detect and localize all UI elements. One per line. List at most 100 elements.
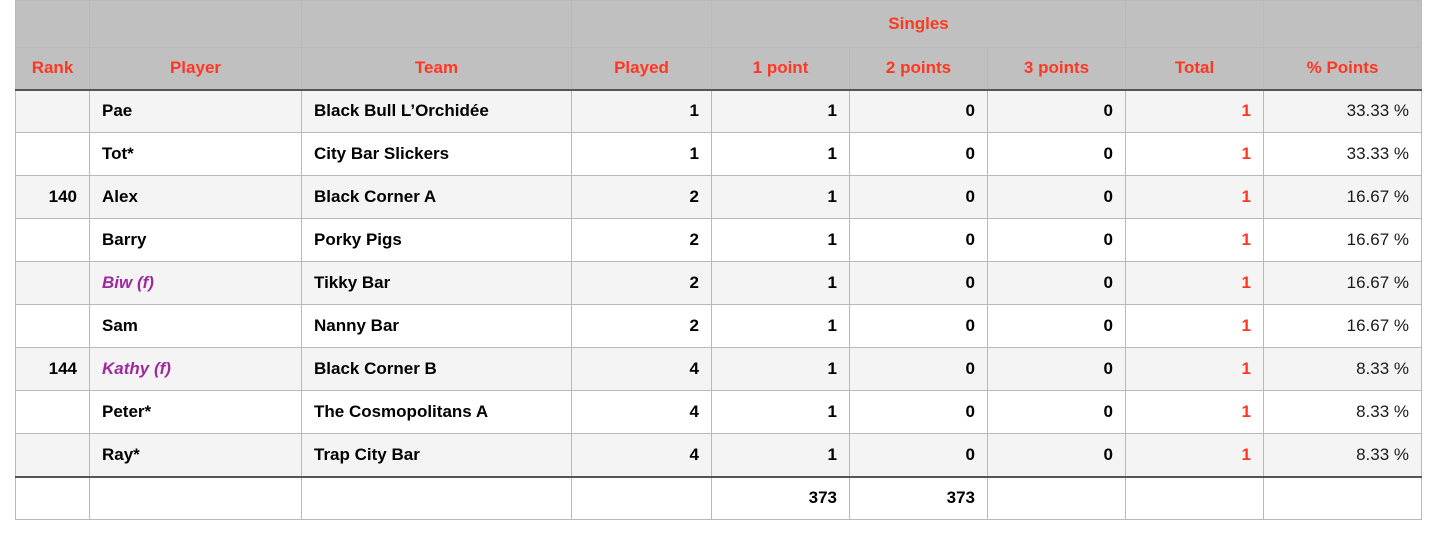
cell-3-points: 0	[986, 89, 1127, 133]
table-row[interactable]: Tot* City Bar Slickers 1 1 0 0 1 33.33 %	[15, 132, 1423, 176]
cell-2-points: 0	[849, 218, 988, 262]
cell-1-point: 1	[711, 347, 850, 391]
cell-team: Trap City Bar	[301, 433, 572, 478]
cell-1-point: 1	[711, 304, 850, 348]
column-header-1-point[interactable]: 1 point	[711, 47, 850, 91]
table-row[interactable]: Peter* The Cosmopolitans A 4 1 0 0 1 8.33 %	[15, 390, 1423, 434]
cell-3-points: 0	[986, 132, 1127, 176]
cell-player: Biw (f)	[89, 261, 302, 305]
cell-pct-points: 16.67 %	[1263, 175, 1423, 219]
cell-1-point: 1	[711, 89, 850, 133]
column-header-player[interactable]: Player	[89, 47, 302, 91]
cell-pct-points: 16.67 %	[1263, 218, 1423, 262]
cell-rank	[15, 304, 90, 348]
cell-played: 1	[571, 89, 712, 133]
table-row[interactable]: Ray* Trap City Bar 4 1 0 0 1 8.33 %	[15, 433, 1423, 478]
cell-2-points: 0	[849, 390, 988, 434]
table-row[interactable]: Barry Porky Pigs 2 1 0 0 1 16.67 %	[15, 218, 1423, 262]
column-header-pct-points[interactable]: % Points	[1263, 47, 1423, 91]
cell-3-points: 0	[986, 175, 1127, 219]
footer-cell-2-points: 373	[849, 476, 988, 520]
header-group-spacer-rank	[15, 0, 90, 48]
cell-played: 2	[571, 261, 712, 305]
table-row[interactable]: 140 Alex Black Corner A 2 1 0 0 1 16.67 %	[15, 175, 1423, 219]
standings-table: Singles Rank Player Team Played 1 point …	[15, 0, 1423, 520]
footer-cell-team	[301, 476, 572, 520]
cell-rank	[15, 390, 90, 434]
cell-player: Barry	[89, 218, 302, 262]
cell-3-points: 0	[986, 347, 1127, 391]
cell-1-point: 1	[711, 261, 850, 305]
cell-played: 4	[571, 347, 712, 391]
footer-cell-rank	[15, 476, 90, 520]
footer-cell-player	[89, 476, 302, 520]
cell-2-points: 0	[849, 304, 988, 348]
cell-total: 1	[1125, 175, 1265, 219]
cell-player: Ray*	[89, 433, 302, 478]
column-header-played[interactable]: Played	[571, 47, 712, 91]
table-footer: 373 373	[15, 476, 1423, 520]
cell-rank	[15, 261, 90, 305]
cell-rank	[15, 89, 90, 133]
header-group-spacer-played	[571, 0, 712, 48]
cell-played: 2	[571, 218, 712, 262]
cell-team: Black Corner A	[301, 175, 572, 219]
table-row[interactable]: Pae Black Bull L’Orchidée 1 1 0 0 1 33.33 %	[15, 89, 1423, 133]
header-group-spacer-pct	[1263, 0, 1423, 48]
cell-pct-points: 8.33 %	[1263, 347, 1423, 391]
cell-2-points: 0	[849, 347, 988, 391]
table-header-group-row: Singles	[15, 0, 1423, 48]
cell-total: 1	[1125, 347, 1265, 391]
cell-player: Sam	[89, 304, 302, 348]
cell-3-points: 0	[986, 261, 1127, 305]
cell-team: The Cosmopolitans A	[301, 390, 572, 434]
cell-team: Porky Pigs	[301, 218, 572, 262]
cell-played: 2	[571, 175, 712, 219]
column-header-rank[interactable]: Rank	[15, 47, 90, 91]
cell-total: 1	[1125, 89, 1265, 133]
header-group-singles: Singles	[710, 0, 1127, 48]
footer-cell-1-point: 373	[711, 476, 850, 520]
column-header-2-points[interactable]: 2 points	[849, 47, 988, 91]
cell-played: 1	[571, 132, 712, 176]
cell-team: Black Bull L’Orchidée	[301, 89, 572, 133]
cell-3-points: 0	[986, 433, 1127, 478]
table-row[interactable]: 144 Kathy (f) Black Corner B 4 1 0 0 1 8.33 %	[15, 347, 1423, 391]
table-header-row: Rank Player Team Played 1 point 2 points…	[15, 47, 1423, 91]
cell-player: Kathy (f)	[89, 347, 302, 391]
column-header-3-points[interactable]: 3 points	[986, 47, 1127, 91]
cell-team: Black Corner B	[301, 347, 572, 391]
cell-total: 1	[1125, 261, 1265, 305]
cell-1-point: 1	[711, 218, 850, 262]
cell-pct-points: 16.67 %	[1263, 261, 1423, 305]
cell-total: 1	[1125, 433, 1265, 478]
cell-player: Pae	[89, 89, 302, 133]
cell-team: Nanny Bar	[301, 304, 572, 348]
cell-team: Tikky Bar	[301, 261, 572, 305]
cell-pct-points: 33.33 %	[1263, 132, 1423, 176]
cell-3-points: 0	[986, 390, 1127, 434]
table-header: Singles Rank Player Team Played 1 point …	[15, 0, 1423, 91]
cell-2-points: 0	[849, 175, 988, 219]
header-group-spacer-total	[1125, 0, 1265, 48]
cell-rank	[15, 433, 90, 478]
cell-1-point: 1	[711, 175, 850, 219]
cell-1-point: 1	[711, 433, 850, 478]
cell-total: 1	[1125, 304, 1265, 348]
cell-pct-points: 16.67 %	[1263, 304, 1423, 348]
table-row[interactable]: Sam Nanny Bar 2 1 0 0 1 16.67 %	[15, 304, 1423, 348]
cell-player: Tot*	[89, 132, 302, 176]
table-row[interactable]: Biw (f) Tikky Bar 2 1 0 0 1 16.67 %	[15, 261, 1423, 305]
column-header-total[interactable]: Total	[1125, 47, 1265, 91]
footer-cell-3-points	[986, 476, 1127, 520]
cell-played: 4	[571, 390, 712, 434]
footer-cell-played	[571, 476, 712, 520]
cell-played: 2	[571, 304, 712, 348]
cell-rank: 140	[15, 175, 90, 219]
cell-player: Peter*	[89, 390, 302, 434]
header-group-spacer-player	[89, 0, 302, 48]
column-header-team[interactable]: Team	[301, 47, 572, 91]
standings-table-container: Singles Rank Player Team Played 1 point …	[15, 0, 1423, 520]
cell-rank	[15, 218, 90, 262]
cell-pct-points: 8.33 %	[1263, 433, 1423, 478]
